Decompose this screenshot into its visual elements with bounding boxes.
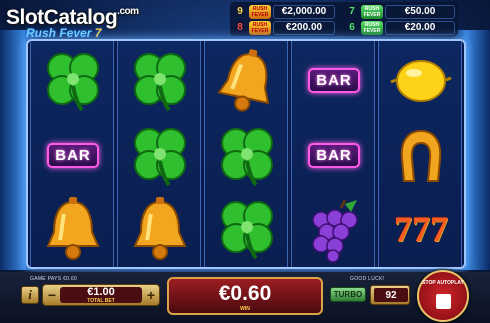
lemon-icon — [379, 43, 463, 118]
stop-autoplay-button[interactable]: STOP AUTOPLAY — [417, 270, 469, 322]
stop-autoplay-label: STOP AUTOPLAY — [422, 280, 464, 286]
jackpot-logo: RUSH FEVER — [249, 4, 271, 19]
clover-icon — [205, 191, 289, 266]
bar-icon: BAR — [31, 118, 115, 193]
jackpot-item: 7 RUSH FEVER €50.00 — [345, 4, 455, 19]
reel-3 — [204, 41, 288, 267]
bell-icon — [205, 43, 289, 118]
jackpot-count: 9 — [237, 6, 243, 17]
autoplay-counter: 92 — [370, 285, 410, 305]
clover-icon — [118, 43, 202, 118]
jackpot-value: €20.00 — [385, 20, 455, 35]
game-title: Rush Fever 7 — [26, 26, 102, 40]
jackpot-count: 8 — [237, 22, 243, 33]
jackpot-value: €2,000.00 — [273, 4, 335, 19]
total-bet-display: €1.00 TOTAL BET — [60, 286, 142, 304]
autoplay-count-value: 92 — [374, 288, 408, 302]
jackpot-logo: RUSH FEVER — [361, 20, 383, 35]
game-pays-text: GAME PAYS €0.60 — [30, 276, 78, 282]
seven-icon: 777 — [394, 208, 448, 249]
win-caption: WIN — [240, 306, 250, 312]
grapes-icon — [292, 191, 376, 266]
reel-4: BAR BAR — [291, 41, 375, 267]
reel-1: BAR — [30, 41, 114, 267]
bet-increase-button[interactable]: + — [144, 287, 158, 303]
win-value: €0.60 — [218, 282, 272, 305]
jackpot-item: 9 RUSH FEVER €2,000.00 — [233, 4, 335, 19]
bar-icon: BAR — [292, 118, 376, 193]
game-logo: SlotCatalog.com Rush Fever 7 — [6, 6, 156, 40]
jackpot-logo: RUSH FEVER — [361, 4, 383, 19]
clover-icon — [31, 43, 115, 118]
stop-icon — [436, 294, 451, 309]
jackpot-value: €50.00 — [385, 4, 455, 19]
bar-icon: BAR — [292, 43, 376, 118]
jackpot-logo: RUSH FEVER — [249, 20, 271, 35]
bell-icon — [31, 191, 115, 266]
clover-icon — [205, 118, 289, 193]
jackpot-item: 8 RUSH FEVER €200.00 — [233, 20, 335, 35]
bet-decrease-button[interactable]: − — [45, 287, 59, 303]
bell-icon — [118, 191, 202, 266]
jackpot-count: 7 — [349, 6, 355, 17]
game-screen: SlotCatalog.com Rush Fever 7 9 RUSH FEVE… — [0, 0, 490, 323]
jackpot-count: 6 — [349, 22, 355, 33]
info-button[interactable]: i — [21, 286, 39, 304]
turbo-button[interactable]: TURBO — [330, 287, 366, 302]
reel-5: 777 — [378, 41, 462, 267]
win-display: €0.60 WIN — [167, 277, 323, 315]
bet-value: €1.00 — [87, 286, 115, 298]
bet-control: − €1.00 TOTAL BET + — [42, 284, 160, 306]
jackpot-item: 6 RUSH FEVER €20.00 — [345, 20, 455, 35]
good-luck-text: GOOD LUCK! — [350, 276, 385, 282]
horseshoe-icon — [379, 118, 463, 193]
bet-caption: TOTAL BET — [87, 298, 115, 304]
reel-2 — [117, 41, 201, 267]
clover-icon — [118, 118, 202, 193]
jackpot-value: €200.00 — [273, 20, 335, 35]
